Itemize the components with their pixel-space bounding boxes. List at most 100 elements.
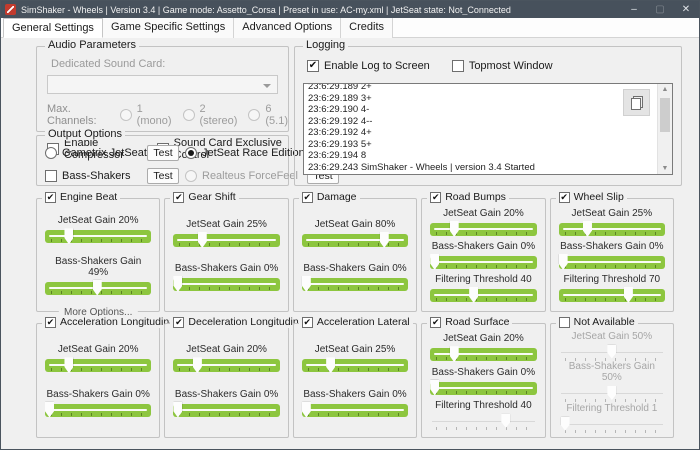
effect-panel-body: JetSeat Gain 50% Bass-Shakers Gain 50% F…: [559, 330, 665, 433]
slider-ticks: [436, 427, 532, 430]
effect-enable-checkbox[interactable]: ✔: [45, 317, 56, 328]
slider-block: Filtering Threshold 70: [559, 274, 665, 304]
slider-block: JetSeat Gain 20%: [430, 333, 536, 363]
effect-panel-body: JetSeat Gain 20% Bass-Shakers Gain 0% Fi…: [430, 330, 536, 433]
slider-bass-shakers-gain-0[interactable]: [430, 254, 536, 271]
radio-jetseat-race-edition[interactable]: JetSeat Race Edition: [185, 147, 307, 159]
tab-strip: General SettingsGame Specific SettingsAd…: [1, 18, 699, 38]
effect-panel-label: Acceleration Lateral: [317, 316, 410, 328]
slider-filtering-threshold-70[interactable]: [559, 287, 665, 304]
slider-bass-shakers-gain-0[interactable]: [430, 380, 536, 397]
checkbox-topmost-window[interactable]: Topmost Window: [452, 60, 553, 72]
slider-block: Bass-Shakers Gain 0%: [559, 241, 665, 271]
log-line: 23:6:29.193 5+: [308, 139, 652, 151]
tab-advanced-options[interactable]: Advanced Options: [234, 18, 341, 38]
tab-general-settings[interactable]: General Settings: [3, 18, 103, 38]
slider-thumb: [607, 386, 616, 400]
tab-credits[interactable]: Credits: [341, 18, 393, 38]
effect-panel-header: ✔ Wheel Slip: [556, 191, 627, 203]
slider-filtering-threshold-40[interactable]: [430, 287, 536, 304]
arrow-up-icon[interactable]: ▲: [658, 86, 672, 93]
slider-label: Bass-Shakers Gain 50%: [559, 361, 665, 383]
checkbox-icon: [452, 60, 464, 72]
radio-gametrix-jetseat[interactable]: Gametrix JetSeat: [45, 147, 147, 159]
effect-panel-wheel-slip: ✔ Wheel Slip JetSeat Gain 25% Bass-Shake…: [550, 198, 674, 312]
effect-panel-header: Not Available: [556, 316, 638, 328]
slider-jetseat-gain-20[interactable]: [173, 357, 279, 374]
checkbox-bass-shakers[interactable]: Bass-Shakers: [45, 170, 147, 182]
effect-panel-body: JetSeat Gain 20% Bass-Shakers Gain 0%: [45, 330, 151, 433]
slider-bass-shakers-gain-0[interactable]: [173, 276, 279, 293]
slider-jetseat-gain-20[interactable]: [45, 228, 151, 245]
effect-enable-checkbox[interactable]: ✔: [45, 192, 56, 203]
log-scrollbar[interactable]: ▲ ▼: [657, 84, 672, 174]
slider-label: JetSeat Gain 20%: [430, 208, 536, 219]
title-bar: SimShaker - Wheels | Version 3.4 | Game …: [1, 1, 699, 18]
effect-enable-checkbox[interactable]: ✔: [430, 192, 441, 203]
slider-label: JetSeat Gain 20%: [173, 344, 279, 355]
slider-bass-shakers-gain-0[interactable]: [173, 402, 279, 419]
slider-bass-shakers-gain-0[interactable]: [302, 276, 408, 293]
scrollbar-thumb[interactable]: [660, 98, 670, 132]
slider-thumb: [501, 414, 510, 428]
sound-card-label: Dedicated Sound Card:: [51, 58, 288, 70]
chevron-down-icon: [263, 84, 271, 88]
close-button[interactable]: ✕: [673, 1, 699, 18]
effect-panel-header: ✔ Acceleration Longitudinal: [42, 316, 180, 328]
slider-jetseat-gain-80[interactable]: [302, 232, 408, 249]
log-output-box[interactable]: 23:6:29.189 2+23:6:29.189 3+23:6:29.190 …: [303, 83, 673, 175]
arrow-down-icon[interactable]: ▼: [658, 165, 672, 172]
slider-ticks: [51, 413, 147, 416]
slider-jetseat-gain-20[interactable]: [45, 357, 151, 374]
slider-jetseat-gain-20[interactable]: [430, 346, 536, 363]
radio-label: 6 (5.1): [265, 103, 288, 127]
slider-bass-shakers-gain-49[interactable]: [45, 280, 151, 297]
slider-ticks: [565, 232, 661, 235]
copy-log-button[interactable]: [623, 89, 650, 116]
slider-label: JetSeat Gain 20%: [45, 344, 151, 355]
effect-enable-checkbox[interactable]: ✔: [302, 317, 313, 328]
slider-jetseat-gain-25[interactable]: [302, 357, 408, 374]
radio-icon: [185, 170, 197, 182]
effect-enable-checkbox[interactable]: ✔: [173, 192, 184, 203]
slider-block: JetSeat Gain 50%: [559, 331, 665, 361]
slider-label: Bass-Shakers Gain 0%: [302, 263, 408, 274]
slider-block: Bass-Shakers Gain 0%: [173, 389, 279, 419]
slider-label: JetSeat Gain 25%: [173, 219, 279, 230]
radio-icon: [248, 109, 260, 121]
checkbox-enable-log-to-screen[interactable]: ✔ Enable Log to Screen: [307, 60, 430, 72]
radio-label: 1 (mono): [137, 103, 172, 127]
effect-enable-checkbox[interactable]: ✔: [302, 192, 313, 203]
radio-label: 2 (stereo): [200, 103, 238, 127]
effect-enable-checkbox[interactable]: [559, 317, 570, 328]
effect-panel-label: Deceleration Longitudinal: [188, 316, 307, 328]
effect-enable-checkbox[interactable]: ✔: [430, 317, 441, 328]
minimize-button[interactable]: –: [621, 1, 647, 18]
slider-ticks: [436, 298, 532, 301]
output-options-group: Output Options Gametrix JetSeat Test Jet…: [36, 135, 289, 186]
effect-enable-checkbox[interactable]: ✔: [559, 192, 570, 203]
slider-jetseat-gain-20[interactable]: [430, 221, 536, 238]
slider-bass-shakers-gain-0[interactable]: [302, 402, 408, 419]
slider-bass-shakers-gain-0[interactable]: [559, 254, 665, 271]
slider-bass-shakers-gain-0[interactable]: [45, 402, 151, 419]
effect-panel-header: ✔ Acceleration Lateral: [299, 316, 413, 328]
effect-panel-engine-beat: ✔ Engine Beat JetSeat Gain 20% Bass-Shak…: [36, 198, 160, 312]
tab-game-specific-settings[interactable]: Game Specific Settings: [103, 18, 234, 38]
effect-enable-checkbox[interactable]: ✔: [173, 317, 184, 328]
slider-ticks: [51, 239, 147, 242]
slider-jetseat-gain-25[interactable]: [559, 221, 665, 238]
test-button-gametrix-jetseat[interactable]: Test: [147, 145, 179, 161]
slider-label: Bass-Shakers Gain 0%: [173, 389, 279, 400]
effect-panel-label: Wheel Slip: [574, 191, 624, 203]
test-button-bass-shakers[interactable]: Test: [147, 168, 179, 184]
slider-ticks: [436, 391, 532, 394]
slider-block: Bass-Shakers Gain 0%: [173, 263, 279, 293]
window-title: SimShaker - Wheels | Version 3.4 | Game …: [21, 5, 621, 15]
log-line: 23:6:29.243 SimShaker - Wheels | version…: [308, 162, 652, 174]
slider-block: JetSeat Gain 20%: [430, 208, 536, 238]
radio-icon: [183, 109, 195, 121]
effect-panel-body: JetSeat Gain 25% Bass-Shakers Gain 0%: [302, 330, 408, 433]
slider-jetseat-gain-25[interactable]: [173, 232, 279, 249]
slider-label: Bass-Shakers Gain 0%: [302, 389, 408, 400]
